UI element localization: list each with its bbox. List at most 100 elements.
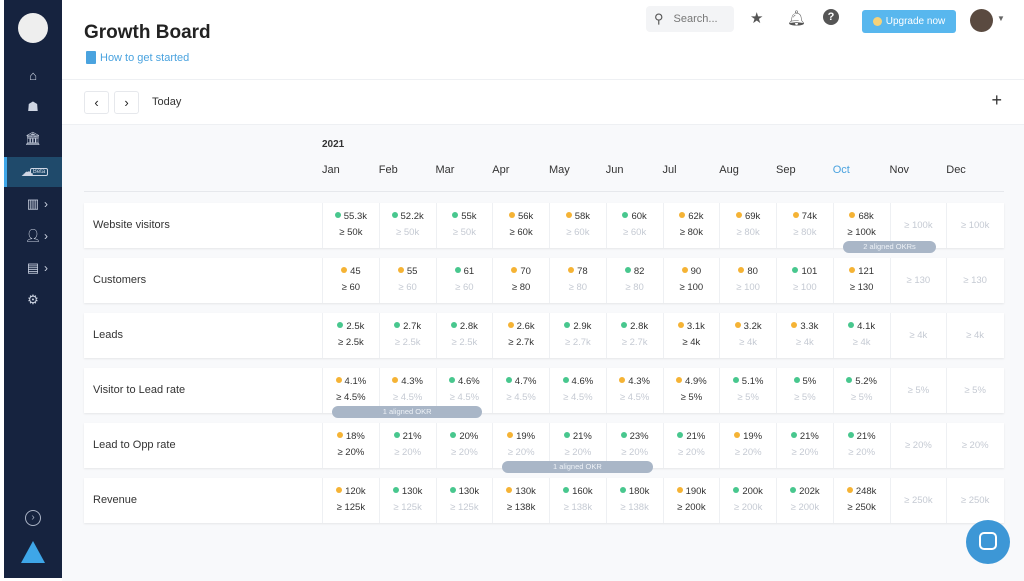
metric-cell[interactable]: 2.8k ≥ 2.5k [435,313,493,358]
metric-label[interactable]: Lead to Opp rate [93,439,176,451]
metric-label[interactable]: Revenue [93,494,137,506]
star-icon[interactable]: ★ [750,9,763,27]
metric-cell[interactable]: 70 ≥ 80 [492,258,549,303]
prev-button[interactable]: ‹ [84,91,109,114]
metric-cell[interactable]: 21% ≥ 20% [776,423,833,468]
metric-cell[interactable]: ≥ 20% [946,423,1003,468]
metric-cell[interactable]: 3.3k ≥ 4k [776,313,833,358]
aligned-okr-badge[interactable]: 1 aligned OKR [332,406,483,418]
metric-cell[interactable]: 78 ≥ 80 [549,258,606,303]
document-icon: ▤ [26,260,40,275]
metric-cell[interactable]: 52.2k ≥ 50k [378,203,436,248]
metric-cell[interactable]: 4.7% ≥ 4.5% [492,368,549,413]
metric-cell[interactable]: 4.3% ≥ 4.5% [605,368,663,413]
metric-cell[interactable]: 61 ≥ 60 [435,258,493,303]
metric-cell[interactable]: 200k ≥ 200k [719,478,776,523]
metric-cell[interactable]: 4.6% ≥ 4.5% [549,368,606,413]
metric-cell[interactable]: 160k ≥ 138k [549,478,606,523]
metric-cell[interactable]: 3.2k ≥ 4k [719,313,776,358]
metric-cell[interactable]: ≥ 5% [889,368,947,413]
sidebar-item-1[interactable]: ☗ [4,92,62,122]
metric-cell[interactable]: ≥ 130 [946,258,1003,303]
metric-cell[interactable]: 4.9% ≥ 5% [662,368,720,413]
sidebar-item-5[interactable]: 👤︎ › [4,221,62,251]
metric-cell[interactable]: 55.3k ≥ 50k [322,203,379,248]
metric-cell[interactable]: 2.7k ≥ 2.5k [378,313,436,358]
metric-cell[interactable]: 2.6k ≥ 2.7k [492,313,549,358]
help-icon[interactable]: ? [823,9,839,25]
aligned-okr-badge[interactable]: 2 aligned OKRs [842,241,937,253]
metric-cell[interactable]: 130k ≥ 138k [492,478,549,523]
status-dot [732,377,739,383]
metric-cell[interactable]: 20% ≥ 20% [435,423,493,468]
metric-cell[interactable]: 5% ≥ 5% [776,368,833,413]
add-button[interactable]: + [991,90,1002,111]
sidebar-item-6[interactable]: ▤ › [4,253,62,283]
metric-cell[interactable]: 180k ≥ 138k [605,478,663,523]
sidebar-item-3[interactable]: ☁ Beta [4,157,62,187]
company-logo[interactable] [18,13,48,43]
metric-cell[interactable]: ≥ 4k [889,313,947,358]
metric-cell[interactable]: 19% ≥ 20% [719,423,776,468]
aligned-okr-badge[interactable]: 1 aligned OKR [502,461,653,473]
target-value: ≥ 250k [960,495,990,506]
metric-cell[interactable]: 55k ≥ 50k [435,203,493,248]
metric-cell[interactable]: 202k ≥ 200k [776,478,833,523]
sidebar-item-0[interactable]: ⌂ [4,60,62,90]
metric-label[interactable]: Visitor to Lead rate [93,384,185,396]
metric-cell[interactable]: 4.1k ≥ 4k [832,313,890,358]
metric-cell[interactable]: 130k ≥ 125k [378,478,436,523]
metric-label[interactable]: Website visitors [93,219,170,231]
metric-cell[interactable]: 121 ≥ 130 [832,258,890,303]
metric-label[interactable]: Customers [93,274,146,286]
metric-cell[interactable]: 82 ≥ 80 [605,258,663,303]
metric-label[interactable]: Leads [93,329,123,341]
metric-cell[interactable]: 2.5k ≥ 2.5k [322,313,379,358]
metric-cell[interactable]: 21% ≥ 20% [662,423,720,468]
metric-cell[interactable]: 21% ≥ 20% [832,423,890,468]
sidebar-item-4[interactable]: ▥ › [4,189,62,219]
expand-sidebar-icon[interactable]: › [25,510,41,526]
how-to-link[interactable]: How to get started [86,51,189,64]
metric-cell[interactable]: 101 ≥ 100 [776,258,833,303]
chat-button[interactable] [966,520,1010,564]
metric-cell[interactable]: 69k ≥ 80k [719,203,776,248]
metric-cell[interactable]: 74k ≥ 80k [776,203,833,248]
search-input[interactable]: ⚲ Search... [646,6,734,32]
next-button[interactable]: › [114,91,139,114]
metric-row: Visitor to Lead rate 4.1% ≥ 4.5% 4.3% ≥ 4.5%… [84,368,1004,413]
metric-cell[interactable]: 2.9k ≥ 2.7k [549,313,606,358]
metric-cell[interactable]: ≥ 5% [946,368,1003,413]
metric-cell[interactable]: 248k ≥ 250k [832,478,890,523]
bell-icon[interactable]: 🔔︎ [787,9,806,27]
metric-cell[interactable]: 62k ≥ 80k [662,203,720,248]
metric-cell[interactable]: 5.2% ≥ 5% [832,368,890,413]
chevron-down-icon[interactable]: ▼ [997,14,1005,23]
sidebar-item-7[interactable]: ⚙ [4,285,62,315]
metric-cell[interactable]: 58k ≥ 60k [549,203,606,248]
metric-cell[interactable]: 80 ≥ 100 [719,258,776,303]
metric-cell[interactable]: 60k ≥ 60k [605,203,663,248]
metric-cell[interactable]: 18% ≥ 20% [322,423,379,468]
metric-cell[interactable]: ≥ 4k [946,313,1003,358]
metric-cell[interactable]: 5.1% ≥ 5% [719,368,776,413]
metric-cell[interactable]: 3.1k ≥ 4k [662,313,720,358]
metric-cell[interactable]: 56k ≥ 60k [492,203,549,248]
metric-cell[interactable]: ≥ 250k [946,478,1003,523]
metric-cell[interactable]: 55 ≥ 60 [378,258,436,303]
metric-cell[interactable]: 21% ≥ 20% [378,423,436,468]
metric-cell[interactable]: ≥ 20% [889,423,947,468]
metric-cell[interactable]: 45 ≥ 60 [322,258,379,303]
upgrade-button[interactable]: Upgrade now [862,10,956,33]
avatar[interactable] [970,9,993,32]
sidebar-item-2[interactable]: 🏛︎ [4,124,62,154]
today-button[interactable]: Today [152,96,181,108]
metric-cell[interactable]: ≥ 250k [889,478,947,523]
metric-cell[interactable]: 120k ≥ 125k [322,478,379,523]
metric-cell[interactable]: ≥ 100k [946,203,1003,248]
metric-cell[interactable]: 90 ≥ 100 [662,258,720,303]
metric-cell[interactable]: 130k ≥ 125k [435,478,493,523]
metric-cell[interactable]: ≥ 130 [889,258,947,303]
metric-cell[interactable]: 2.8k ≥ 2.7k [605,313,663,358]
metric-cell[interactable]: 190k ≥ 200k [662,478,720,523]
